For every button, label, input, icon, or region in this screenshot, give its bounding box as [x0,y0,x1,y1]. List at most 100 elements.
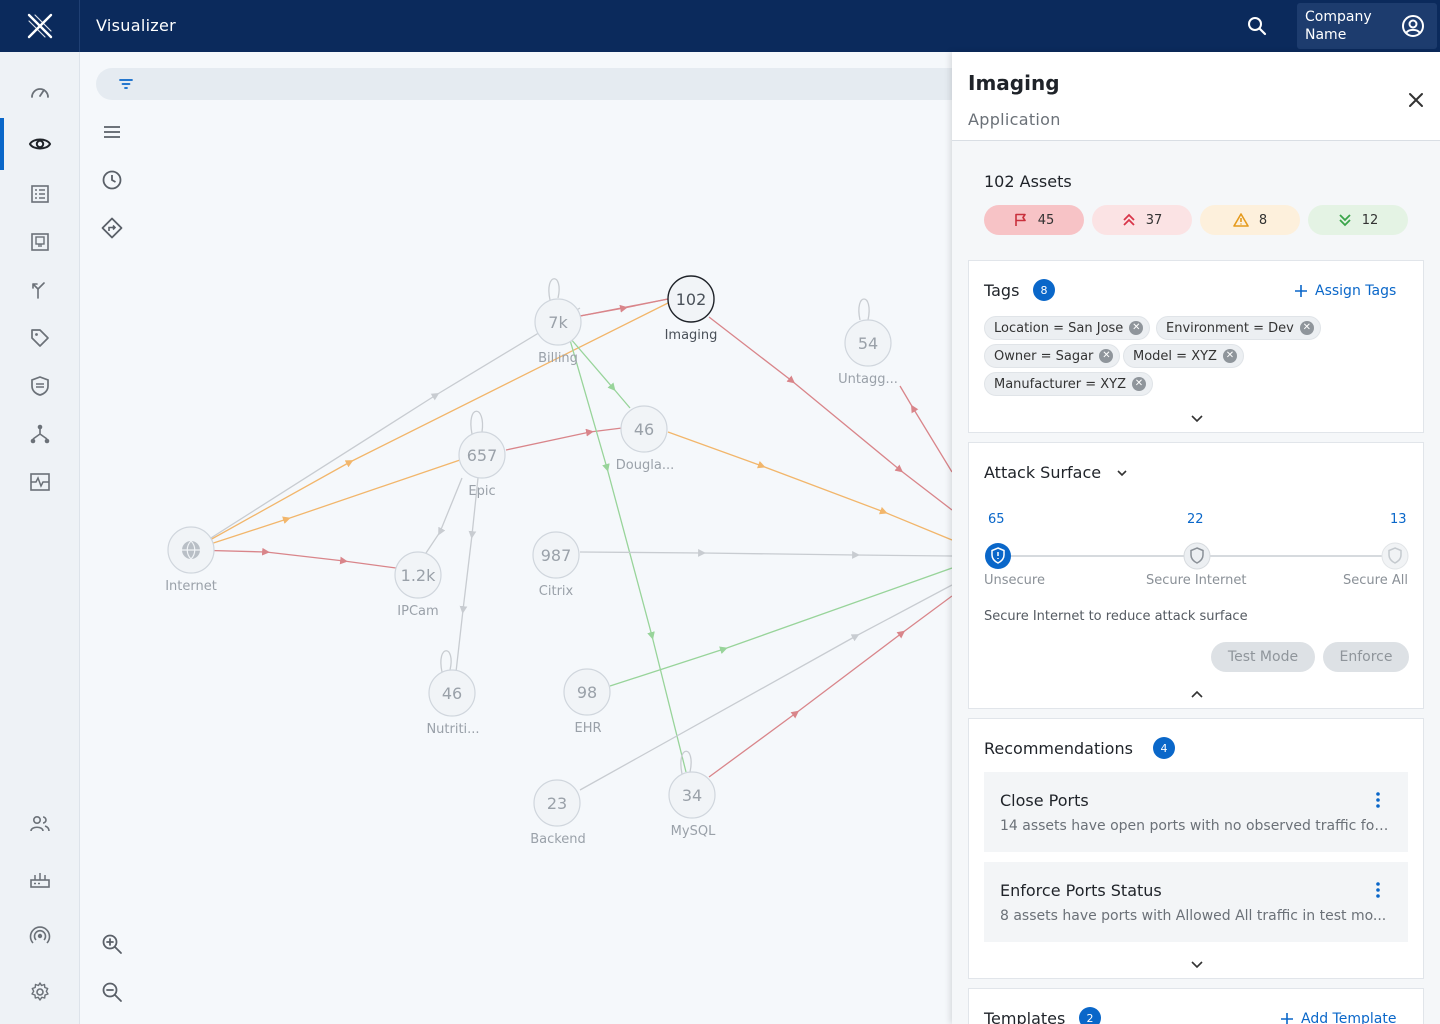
tag-chip[interactable]: Location = San Jose ✕ [984,316,1151,340]
user-circle-icon [1402,15,1424,37]
slider-stop-unsecure[interactable] [985,543,1011,569]
add-template-button[interactable]: Add Template [1281,1011,1396,1024]
graph-node-mysql[interactable]: 34 MySQL [668,771,716,839]
tag-chip-label: Model = XYZ [1133,348,1217,364]
panel-title: Imaging [968,71,1060,95]
unsecure-label: Unsecure [984,573,1045,588]
unsecure-count: 65 [988,512,1005,527]
templates-title: Templates [984,1009,1066,1024]
assign-tags-label: Assign Tags [1315,283,1397,299]
tags-card: Tags 8 Assign Tags Location = San Jose ✕… [968,260,1424,433]
svg-text:34: 34 [682,786,702,805]
edge [191,307,581,551]
tag-chip[interactable]: Model = XYZ ✕ [1123,344,1244,368]
templates-card: Templates 2 Add Template [968,988,1424,1024]
edge [708,316,952,511]
close-icon[interactable] [1406,90,1426,110]
recommendations-title: Recommendations [984,739,1133,758]
risk-pill-medium[interactable]: 8 [1200,205,1300,235]
graph-node-backend[interactable]: 23 Backend [530,779,586,847]
svg-text:Internet: Internet [165,579,217,594]
assign-tags-button[interactable]: Assign Tags [1295,283,1396,299]
graph-node-epic[interactable]: 657 Epic [458,431,506,499]
svg-text:1.2k: 1.2k [401,566,436,585]
graph-node-internet[interactable]: Internet [165,526,217,594]
graph-node-ipcam[interactable]: 1.2k IPCam [394,551,442,619]
warning-triangle-icon [1233,213,1249,227]
tag-chip[interactable]: Owner = Sagar ✕ [984,344,1121,368]
graph-node-douglas[interactable]: 46 Dougla... [616,405,674,473]
edge [455,477,479,673]
graph-node-billing[interactable]: 7k Billing [534,298,582,366]
recommendations-count-badge: 4 [1153,737,1175,759]
svg-text:Backend: Backend [530,832,586,847]
kebab-menu-icon[interactable] [1372,790,1384,810]
edge-self-loop [440,650,452,673]
recommendation-item[interactable]: Close Ports 14 assets have open ports wi… [984,772,1408,852]
panel-subtitle: Application [968,110,1061,129]
attack-surface-header[interactable]: Attack Surface [984,463,1129,482]
remove-tag-icon[interactable]: ✕ [1129,321,1144,335]
remove-tag-icon[interactable]: ✕ [1299,321,1314,335]
tag-chip-label: Manufacturer = XYZ [994,376,1126,392]
risk-pill-critical[interactable]: 45 [984,205,1084,235]
svg-text:Billing: Billing [538,351,578,366]
graph-node-ehr[interactable]: 98 EHR [563,668,611,736]
svg-text:Imaging: Imaging [665,328,718,343]
risk-pill-low[interactable]: 12 [1308,205,1408,235]
edge [425,477,463,554]
graph-node-untagged[interactable]: 54 Untagg... [838,319,898,387]
edge [579,298,669,317]
recommendation-description: 14 assets have open ports with no observ… [1000,818,1390,834]
attack-surface-slider[interactable] [983,539,1413,573]
company-name: Company Name [1305,9,1372,43]
plus-icon [1295,285,1307,297]
graph-node-citrix[interactable]: 987 Citrix [532,531,580,599]
edge [667,431,952,541]
recommendations-card: Recommendations 4 Close Ports 14 assets … [968,718,1424,979]
tag-chip[interactable]: Environment = Dev ✕ [1156,316,1321,340]
tag-chip-label: Location = San Jose [994,320,1124,336]
chevron-down-icon[interactable] [1189,411,1205,427]
risk-pill-high[interactable]: 37 [1092,205,1192,235]
tags-title: Tags [984,281,1020,300]
add-template-label: Add Template [1301,1011,1397,1024]
svg-text:102: 102 [676,290,707,309]
svg-text:7k: 7k [548,313,568,332]
secure-internet-count: 22 [1187,512,1204,527]
risk-low-value: 12 [1361,212,1379,228]
chevron-up-icon[interactable] [1189,687,1205,703]
slider-stop-secure-all[interactable] [1381,542,1409,570]
graph-node-imaging[interactable]: 102 Imaging [665,275,718,343]
tag-chip-label: Environment = Dev [1166,320,1294,336]
tag-chip-label: Owner = Sagar [994,348,1094,364]
enforce-button[interactable]: Enforce [1323,642,1409,672]
graph-node-nutrition[interactable]: 46 Nutriti... [426,669,480,737]
recommendation-item[interactable]: Enforce Ports Status 8 assets have ports… [984,862,1408,942]
recommendation-description: 8 assets have ports with Allowed All tra… [1000,908,1387,924]
edge-self-loop [858,298,870,321]
attack-surface-note: Secure Internet to reduce attack surface [984,609,1248,624]
svg-text:MySQL: MySQL [671,824,716,839]
search-button[interactable] [1240,10,1274,42]
test-mode-button[interactable]: Test Mode [1211,642,1315,672]
slider-stop-secure-internet[interactable] [1183,542,1211,570]
chevron-down-icon[interactable] [1189,957,1205,973]
svg-text:657: 657 [467,446,498,465]
account-menu-button[interactable]: Company Name [1297,3,1437,49]
tags-count-badge: 8 [1033,279,1055,301]
svg-text:23: 23 [547,794,567,813]
tag-chip[interactable]: Manufacturer = XYZ ✕ [984,372,1153,396]
edge [191,547,397,569]
edge [708,595,952,778]
remove-tag-icon[interactable]: ✕ [1222,349,1237,363]
network-graph: 102 Imaging 7k Billing 54 Untagg... 46 D… [165,275,952,847]
edge [191,459,461,551]
attack-surface-title: Attack Surface [984,463,1102,482]
remove-tag-icon[interactable]: ✕ [1099,349,1114,363]
recommendation-title: Close Ports [1000,791,1089,810]
svg-text:Untagg...: Untagg... [838,372,898,387]
remove-tag-icon[interactable]: ✕ [1132,377,1146,391]
kebab-menu-icon[interactable] [1372,880,1384,900]
svg-text:987: 987 [541,546,572,565]
